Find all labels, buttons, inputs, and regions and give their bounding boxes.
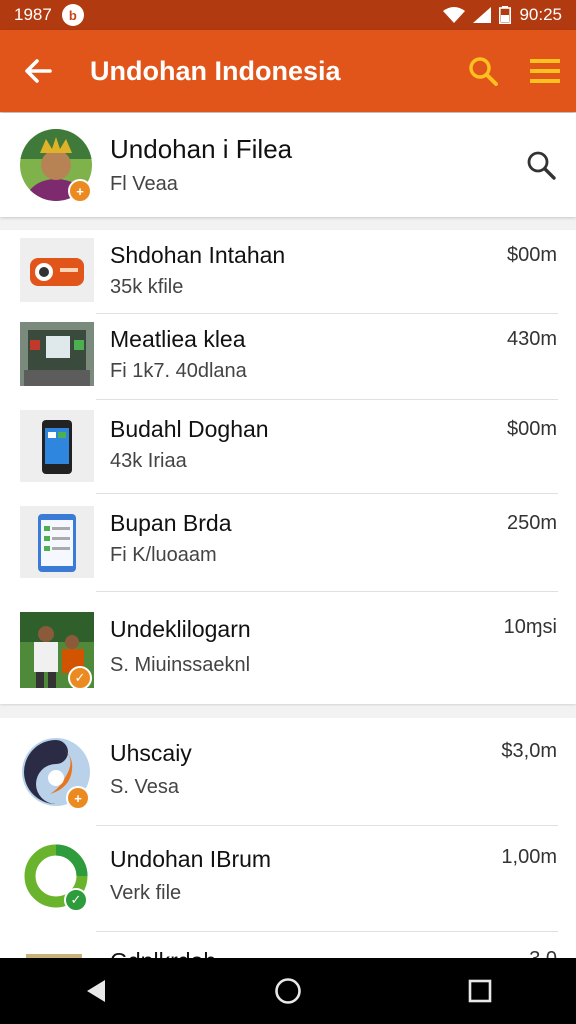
list-item-title: Meatliea klea [110, 326, 246, 352]
list-item-title: Shdohan Intahan [110, 242, 286, 268]
status-time-right: 90:25 [519, 5, 562, 24]
list-item-subtitle: S. Vesa [110, 776, 179, 798]
list-item-title: Gdnlkrdoh [110, 948, 216, 958]
screen: 1987 b 90:25 Undohan Indonesia + Undohan… [0, 0, 576, 1024]
back-button[interactable] [0, 30, 76, 112]
nav-home-icon [275, 978, 301, 1004]
status-bar: 1987 b 90:25 [0, 0, 576, 30]
list-item-title: Bupan Brda [110, 510, 232, 536]
nav-recents-icon [468, 979, 492, 1003]
list-item[interactable]: Gdnlkrdoh 3.0 [0, 932, 576, 958]
list-item-title: Uhscaiy [110, 740, 192, 766]
avatar: + [20, 129, 92, 203]
list-item-subtitle: 43k Iriaa [110, 450, 187, 472]
app-title: Undohan Indonesia [90, 55, 341, 86]
list-item-subtitle: Fi 1k7. 40dlana [110, 360, 247, 382]
file-list-secondary: + Uhscaiy S. Vesa $3,0m ✓ Undohan IBrum … [0, 718, 576, 958]
list-item[interactable]: Bupan Brda Fi K/luoaam 250m [0, 494, 576, 592]
list-item-size: 250m [506, 512, 557, 534]
profile-name: Undohan i Filea [110, 134, 293, 164]
search-icon [527, 151, 556, 180]
appbar-search-button[interactable] [452, 30, 514, 112]
list-item-title: Budahl Doghan [110, 416, 269, 442]
plus-badge-icon: + [66, 786, 90, 810]
list-item-size: 3.0 [529, 948, 557, 958]
arrow-back-icon [25, 59, 52, 83]
plus-badge-icon: + [68, 179, 92, 203]
profile-subtitle: Fl Veaa [110, 173, 178, 195]
list-item-size: $00m [506, 244, 557, 266]
status-time-left: 1987 [14, 5, 52, 24]
list-item-title: Undohan IBrum [110, 846, 272, 872]
profile-card[interactable]: + Undohan i Filea Fl Veaa [0, 113, 576, 217]
nav-back-button[interactable] [56, 958, 136, 1024]
menu-icon [530, 59, 560, 83]
check-badge-icon: ✓ [64, 888, 88, 912]
list-item-subtitle: S. Miuinssaeknl [110, 654, 251, 676]
list-item[interactable]: ✓ Undohan IBrum Verk file 1,00m [0, 826, 576, 932]
projector-thumbnail [20, 238, 94, 302]
phone-screen-thumbnail [20, 506, 94, 578]
battery-icon [499, 6, 512, 24]
navigation-bar [0, 958, 576, 1024]
list-item-size: 1,00m [501, 846, 557, 868]
list-item-subtitle: 35k kfile [110, 276, 184, 298]
phone-thumbnail [20, 410, 94, 482]
list-item-size: 430m [506, 328, 557, 350]
profile-search-button[interactable] [506, 113, 576, 217]
list-item[interactable]: Meatliea klea Fi 1k7. 40dlana 430m [0, 314, 576, 400]
list-item-title: Undeklilogarn [110, 616, 251, 642]
list-item-size: 10ɱsi [503, 616, 557, 638]
check-badge-icon: ✓ [68, 666, 92, 690]
list-item[interactable]: ✓ Undeklilogarn S. Miuinssaeknl 10ɱsi [0, 592, 576, 704]
kiosk-thumbnail [20, 322, 94, 386]
search-icon [469, 57, 498, 86]
wifi-icon [443, 7, 466, 23]
list-item-subtitle: Fi K/luoaam [110, 544, 217, 566]
list-item[interactable]: + Uhscaiy S. Vesa $3,0m [0, 718, 576, 826]
nav-back-icon [87, 980, 105, 1002]
list-item-subtitle: Verk file [110, 882, 182, 904]
signal-icon [473, 7, 492, 23]
app-notification-icon: b [61, 4, 84, 26]
menu-button[interactable] [514, 30, 576, 112]
file-list-primary: Shdohan Intahan 35k kfile $00m Meatliea … [0, 230, 576, 704]
nav-home-button[interactable] [248, 958, 328, 1024]
list-item-size: $00m [506, 418, 557, 440]
app-bar: Undohan Indonesia [0, 30, 576, 112]
list-item-size: $3,0m [501, 740, 557, 762]
list-item[interactable]: Budahl Doghan 43k Iriaa $00m [0, 400, 576, 494]
list-item[interactable]: Shdohan Intahan 35k kfile $00m [0, 230, 576, 314]
nav-recents-button[interactable] [440, 958, 520, 1024]
